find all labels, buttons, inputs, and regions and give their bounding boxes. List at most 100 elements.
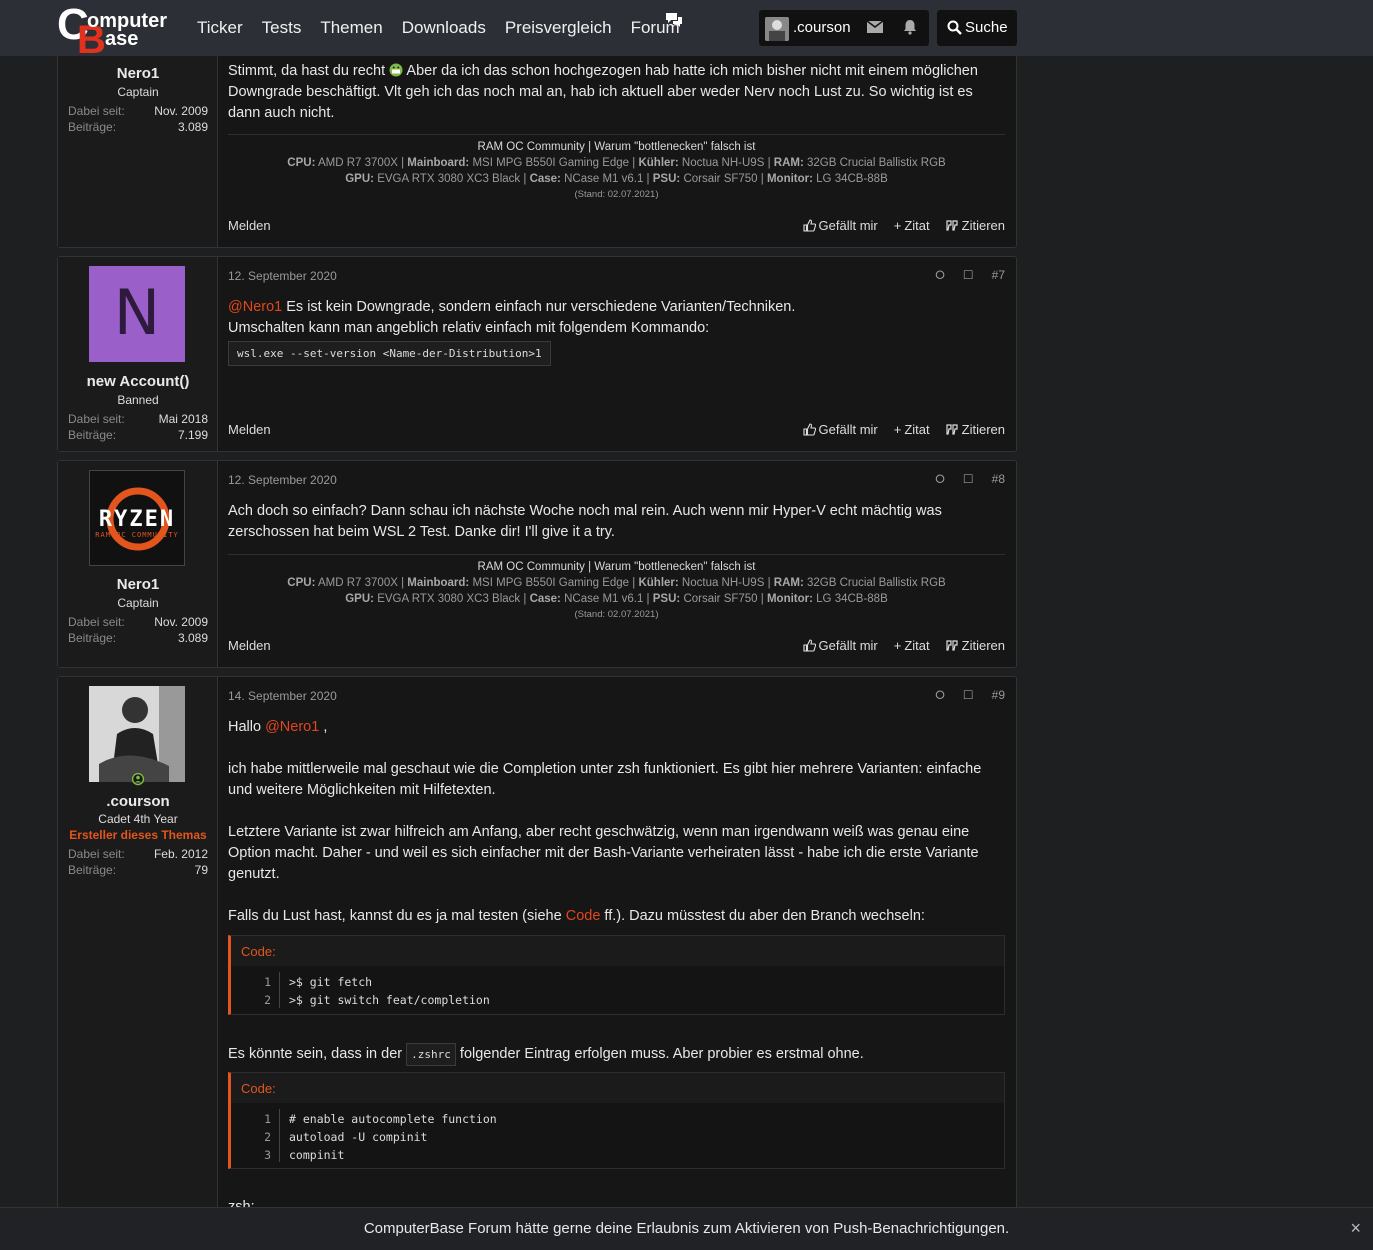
thread-starter-badge: Ersteller dieses Themas — [69, 828, 207, 842]
code-link[interactable]: Code — [566, 908, 601, 924]
author-post-count: Beiträge: 3.089 — [68, 631, 208, 645]
push-notification-banner: ComputerBase Forum hätte gerne deine Erl… — [0, 1207, 1373, 1250]
post-paragraph-3: Falls du Lust hast, kannst du es ja mal … — [228, 908, 925, 924]
search-icon — [947, 20, 962, 35]
forum-post: .courson Cadet 4th Year Ersteller dieses… — [57, 676, 1017, 1236]
quote-icon — [946, 220, 958, 231]
author-joined: Dabei seit: Nov. 2009 — [68, 615, 208, 629]
post-number[interactable]: #8 — [992, 472, 1005, 486]
close-icon[interactable]: × — [1350, 1218, 1361, 1239]
push-banner-message[interactable]: ComputerBase Forum hätte gerne deine Erl… — [0, 1220, 1373, 1237]
author-joined: Dabei seit: Nov. 2009 — [68, 104, 208, 118]
post-author-sidebar: Nero1 Captain Dabei seit: Nov. 2009 Beitr… — [58, 41, 218, 247]
post-body: Stimmt, da hast du recht Aber da ich das… — [228, 63, 978, 121]
post-body: @Nero1 Es ist kein Downgrade, sondern ei… — [228, 297, 1005, 366]
quote-plus-button[interactable]: + Zitat — [894, 218, 930, 233]
author-title: Banned — [117, 393, 159, 407]
post-tools: ⭘ ☐ #9 — [917, 688, 1005, 703]
quote-button[interactable]: Zitieren — [946, 638, 1005, 653]
main-nav: Ticker Tests Themen Downloads Preisvergl… — [197, 18, 699, 38]
like-button[interactable]: Gefällt mir — [802, 422, 878, 437]
author-title: Captain — [117, 85, 159, 99]
forum-post: RYZEN RAM OC COMMUNITY Nero1 Captain Dab… — [57, 460, 1017, 668]
author-avatar[interactable] — [89, 686, 185, 782]
code-line: compinit — [289, 1148, 345, 1162]
bell-icon[interactable] — [902, 19, 918, 35]
inline-code: wsl.exe --set-version <Name-der-Distribu… — [228, 341, 551, 366]
share-icon[interactable]: ⭘ — [935, 688, 945, 702]
like-button[interactable]: Gefällt mir — [802, 638, 878, 653]
mail-icon[interactable] — [867, 20, 883, 34]
quote-button[interactable]: Zitieren — [946, 218, 1005, 233]
nav-themen[interactable]: Themen — [320, 18, 382, 38]
author-name[interactable]: Nero1 — [58, 576, 218, 593]
thumbs-up-icon — [802, 423, 816, 436]
user-mention[interactable]: @Nero1 — [265, 719, 319, 735]
quote-button[interactable]: Zitieren — [946, 422, 1005, 437]
post-number[interactable]: #9 — [992, 688, 1005, 702]
share-icon[interactable]: ⭘ — [935, 268, 945, 282]
forum-post: Nero1 Captain Dabei seit: Nov. 2009 Beitr… — [57, 40, 1017, 248]
post-paragraph-4: Es könnte sein, dass in der .zshrc folge… — [228, 1043, 1005, 1066]
post-author-sidebar: .courson Cadet 4th Year Ersteller dieses… — [58, 677, 218, 1235]
post-body: Ach doch so einfach? Dann schau ich näch… — [228, 503, 942, 540]
quote-icon — [946, 640, 958, 651]
quote-plus-button[interactable]: + Zitat — [894, 638, 930, 653]
code-block-label: Code: — [241, 944, 276, 959]
post-paragraph-2: Letztere Variante ist zwar hilfreich am … — [228, 824, 979, 882]
bookmark-icon[interactable]: ☐ — [963, 688, 974, 702]
like-button[interactable]: Gefällt mir — [802, 218, 878, 233]
post-date[interactable]: 12. September 2020 — [228, 473, 337, 487]
author-name[interactable]: .courson — [58, 793, 218, 810]
code-block-label: Code: — [241, 1081, 276, 1096]
sig-link-ram-oc[interactable]: RAM OC Community — [478, 141, 585, 153]
author-title: Captain — [117, 596, 159, 610]
author-joined: Dabei seit: Mai 2018 — [68, 412, 208, 426]
code-line: autoload -U compinit — [289, 1130, 428, 1144]
post-author-sidebar: RYZEN RAM OC COMMUNITY Nero1 Captain Dab… — [58, 461, 218, 667]
code-line: # enable autocomplete function — [289, 1112, 497, 1126]
nav-ticker[interactable]: Ticker — [197, 18, 243, 38]
inline-code: .zshrc — [406, 1043, 456, 1066]
author-avatar[interactable]: RYZEN RAM OC COMMUNITY — [89, 470, 185, 566]
grin-emoji-icon — [389, 63, 403, 77]
chat-bubbles-icon — [666, 13, 682, 27]
user-mention[interactable]: @Nero1 — [228, 299, 282, 315]
quote-icon — [946, 424, 958, 435]
author-name[interactable]: new Account() — [58, 373, 218, 390]
author-post-count: Beiträge: 7.199 — [68, 428, 208, 442]
sig-link-bottleneck[interactable]: Warum "bottlenecken" falsch ist — [594, 141, 755, 153]
code-line: >$ git switch feat/completion — [289, 993, 490, 1007]
logo-text-bottom: ase — [105, 28, 139, 50]
search-button[interactable]: Suche — [937, 10, 1017, 46]
post-date[interactable]: 12. September 2020 — [228, 269, 337, 283]
search-label: Suche — [965, 19, 1008, 36]
report-button[interactable]: Melden — [228, 218, 271, 233]
bookmark-icon[interactable]: ☐ — [963, 268, 974, 282]
code-block-git: Code: 1 >$ git fetch 2 >$ git switch fea… — [228, 935, 1005, 1015]
user-menu[interactable]: .courson — [759, 10, 929, 46]
thumbs-up-icon — [802, 639, 816, 652]
user-name: .courson — [793, 19, 851, 36]
nav-tests[interactable]: Tests — [262, 18, 302, 38]
sig-link-ram-oc[interactable]: RAM OC Community — [478, 561, 585, 573]
nav-downloads[interactable]: Downloads — [402, 18, 486, 38]
report-button[interactable]: Melden — [228, 422, 271, 437]
post-signature: RAM OC Community | Warum "bottlenecken" … — [228, 554, 1005, 623]
author-name[interactable]: Nero1 — [58, 65, 218, 82]
post-signature: RAM OC Community | Warum "bottlenecken" … — [228, 134, 1005, 203]
quote-plus-button[interactable]: + Zitat — [894, 422, 930, 437]
post-tools: ⭘ ☐ #7 — [917, 268, 1005, 283]
author-joined: Dabei seit: Feb. 2012 — [68, 847, 208, 861]
thumbs-up-icon — [802, 219, 816, 232]
share-icon[interactable]: ⭘ — [935, 472, 945, 486]
sig-link-bottleneck[interactable]: Warum "bottlenecken" falsch ist — [594, 561, 755, 573]
post-date[interactable]: 14. September 2020 — [228, 689, 337, 703]
bookmark-icon[interactable]: ☐ — [963, 472, 974, 486]
post-tools: ⭘ ☐ #8 — [917, 472, 1005, 487]
author-avatar[interactable]: N — [89, 266, 185, 362]
nav-preisvergleich[interactable]: Preisvergleich — [505, 18, 612, 38]
post-number[interactable]: #7 — [992, 268, 1005, 282]
report-button[interactable]: Melden — [228, 638, 271, 653]
computerbase-logo[interactable]: C B omputer ase — [57, 0, 177, 62]
